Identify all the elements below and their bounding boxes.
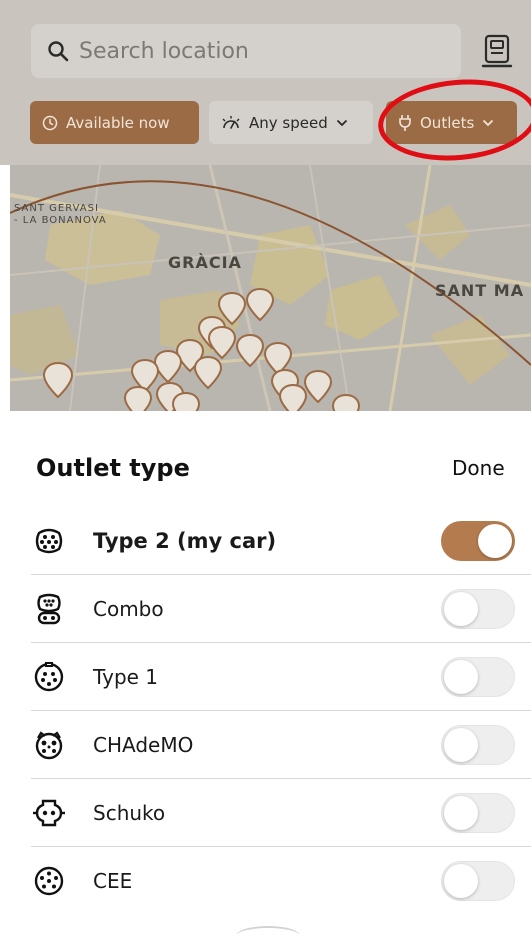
clock-icon — [42, 115, 58, 130]
map-label-sant-ma: SANT MA — [435, 281, 525, 300]
outlet-toggle-chademo[interactable] — [441, 725, 515, 765]
outlet-label: Combo — [93, 596, 164, 621]
outlet-toggle-combo[interactable] — [441, 589, 515, 629]
charger-scan-icon[interactable] — [480, 33, 514, 71]
outlet-row-type1[interactable]: Type 1 — [31, 643, 531, 711]
done-button[interactable]: Done — [452, 456, 505, 480]
app-header: Search location Available now Any speed — [0, 0, 531, 165]
outlet-row-schuko[interactable]: Schuko — [31, 779, 531, 847]
available-now-label: Available now — [66, 113, 170, 132]
home-indicator — [236, 926, 300, 934]
sheet-title: Outlet type — [36, 454, 190, 482]
map-label-sant-gervasi: SANT GERVASI - LA BONANOVA — [14, 203, 107, 226]
outlet-row-chademo[interactable]: CHAdeMO — [31, 711, 531, 779]
outlet-type-sheet: Outlet type Done Type 2 (my car) Combo T… — [0, 411, 531, 934]
type2-connector-icon — [35, 528, 63, 553]
toggle-knob — [478, 524, 512, 558]
schuko-connector-icon — [33, 799, 65, 826]
outlet-label: Type 1 — [93, 664, 159, 689]
outlet-toggle-cee[interactable] — [441, 861, 515, 901]
chademo-connector-icon — [35, 730, 63, 759]
outlet-toggle-type2[interactable] — [441, 521, 515, 561]
toggle-knob — [444, 592, 478, 626]
toggle-knob — [444, 864, 478, 898]
combo-connector-icon — [37, 593, 61, 624]
cee-connector-icon — [34, 866, 64, 896]
type1-connector-icon — [34, 661, 64, 691]
outlet-row-type2[interactable]: Type 2 (my car) — [31, 507, 531, 575]
search-input[interactable]: Search location — [31, 24, 461, 78]
outlet-label: Type 2 (my car) — [93, 528, 277, 553]
search-placeholder: Search location — [79, 38, 249, 64]
toggle-knob — [444, 796, 478, 830]
highlight-annotation — [374, 73, 531, 165]
toggle-knob — [444, 728, 478, 762]
map-label-gracia: GRÀCIA — [168, 253, 242, 272]
speed-icon — [222, 115, 240, 129]
outlet-label: CEE — [93, 869, 133, 893]
outlet-toggle-type1[interactable] — [441, 657, 515, 697]
chevron-down-icon — [336, 119, 347, 126]
outlet-label: CHAdeMO — [93, 732, 194, 757]
search-icon — [48, 41, 69, 62]
map-view[interactable]: SANT GERVASI - LA BONANOVA GRÀCIA SANT M… — [10, 165, 531, 411]
speed-filter[interactable]: Any speed — [209, 101, 373, 144]
outlet-row-cee[interactable]: CEE — [31, 847, 531, 915]
outlet-toggle-schuko[interactable] — [441, 793, 515, 833]
available-now-filter[interactable]: Available now — [30, 101, 199, 144]
toggle-knob — [444, 660, 478, 694]
outlet-row-combo[interactable]: Combo — [31, 575, 531, 643]
speed-label: Any speed — [249, 113, 328, 132]
outlet-label: Schuko — [93, 800, 166, 825]
